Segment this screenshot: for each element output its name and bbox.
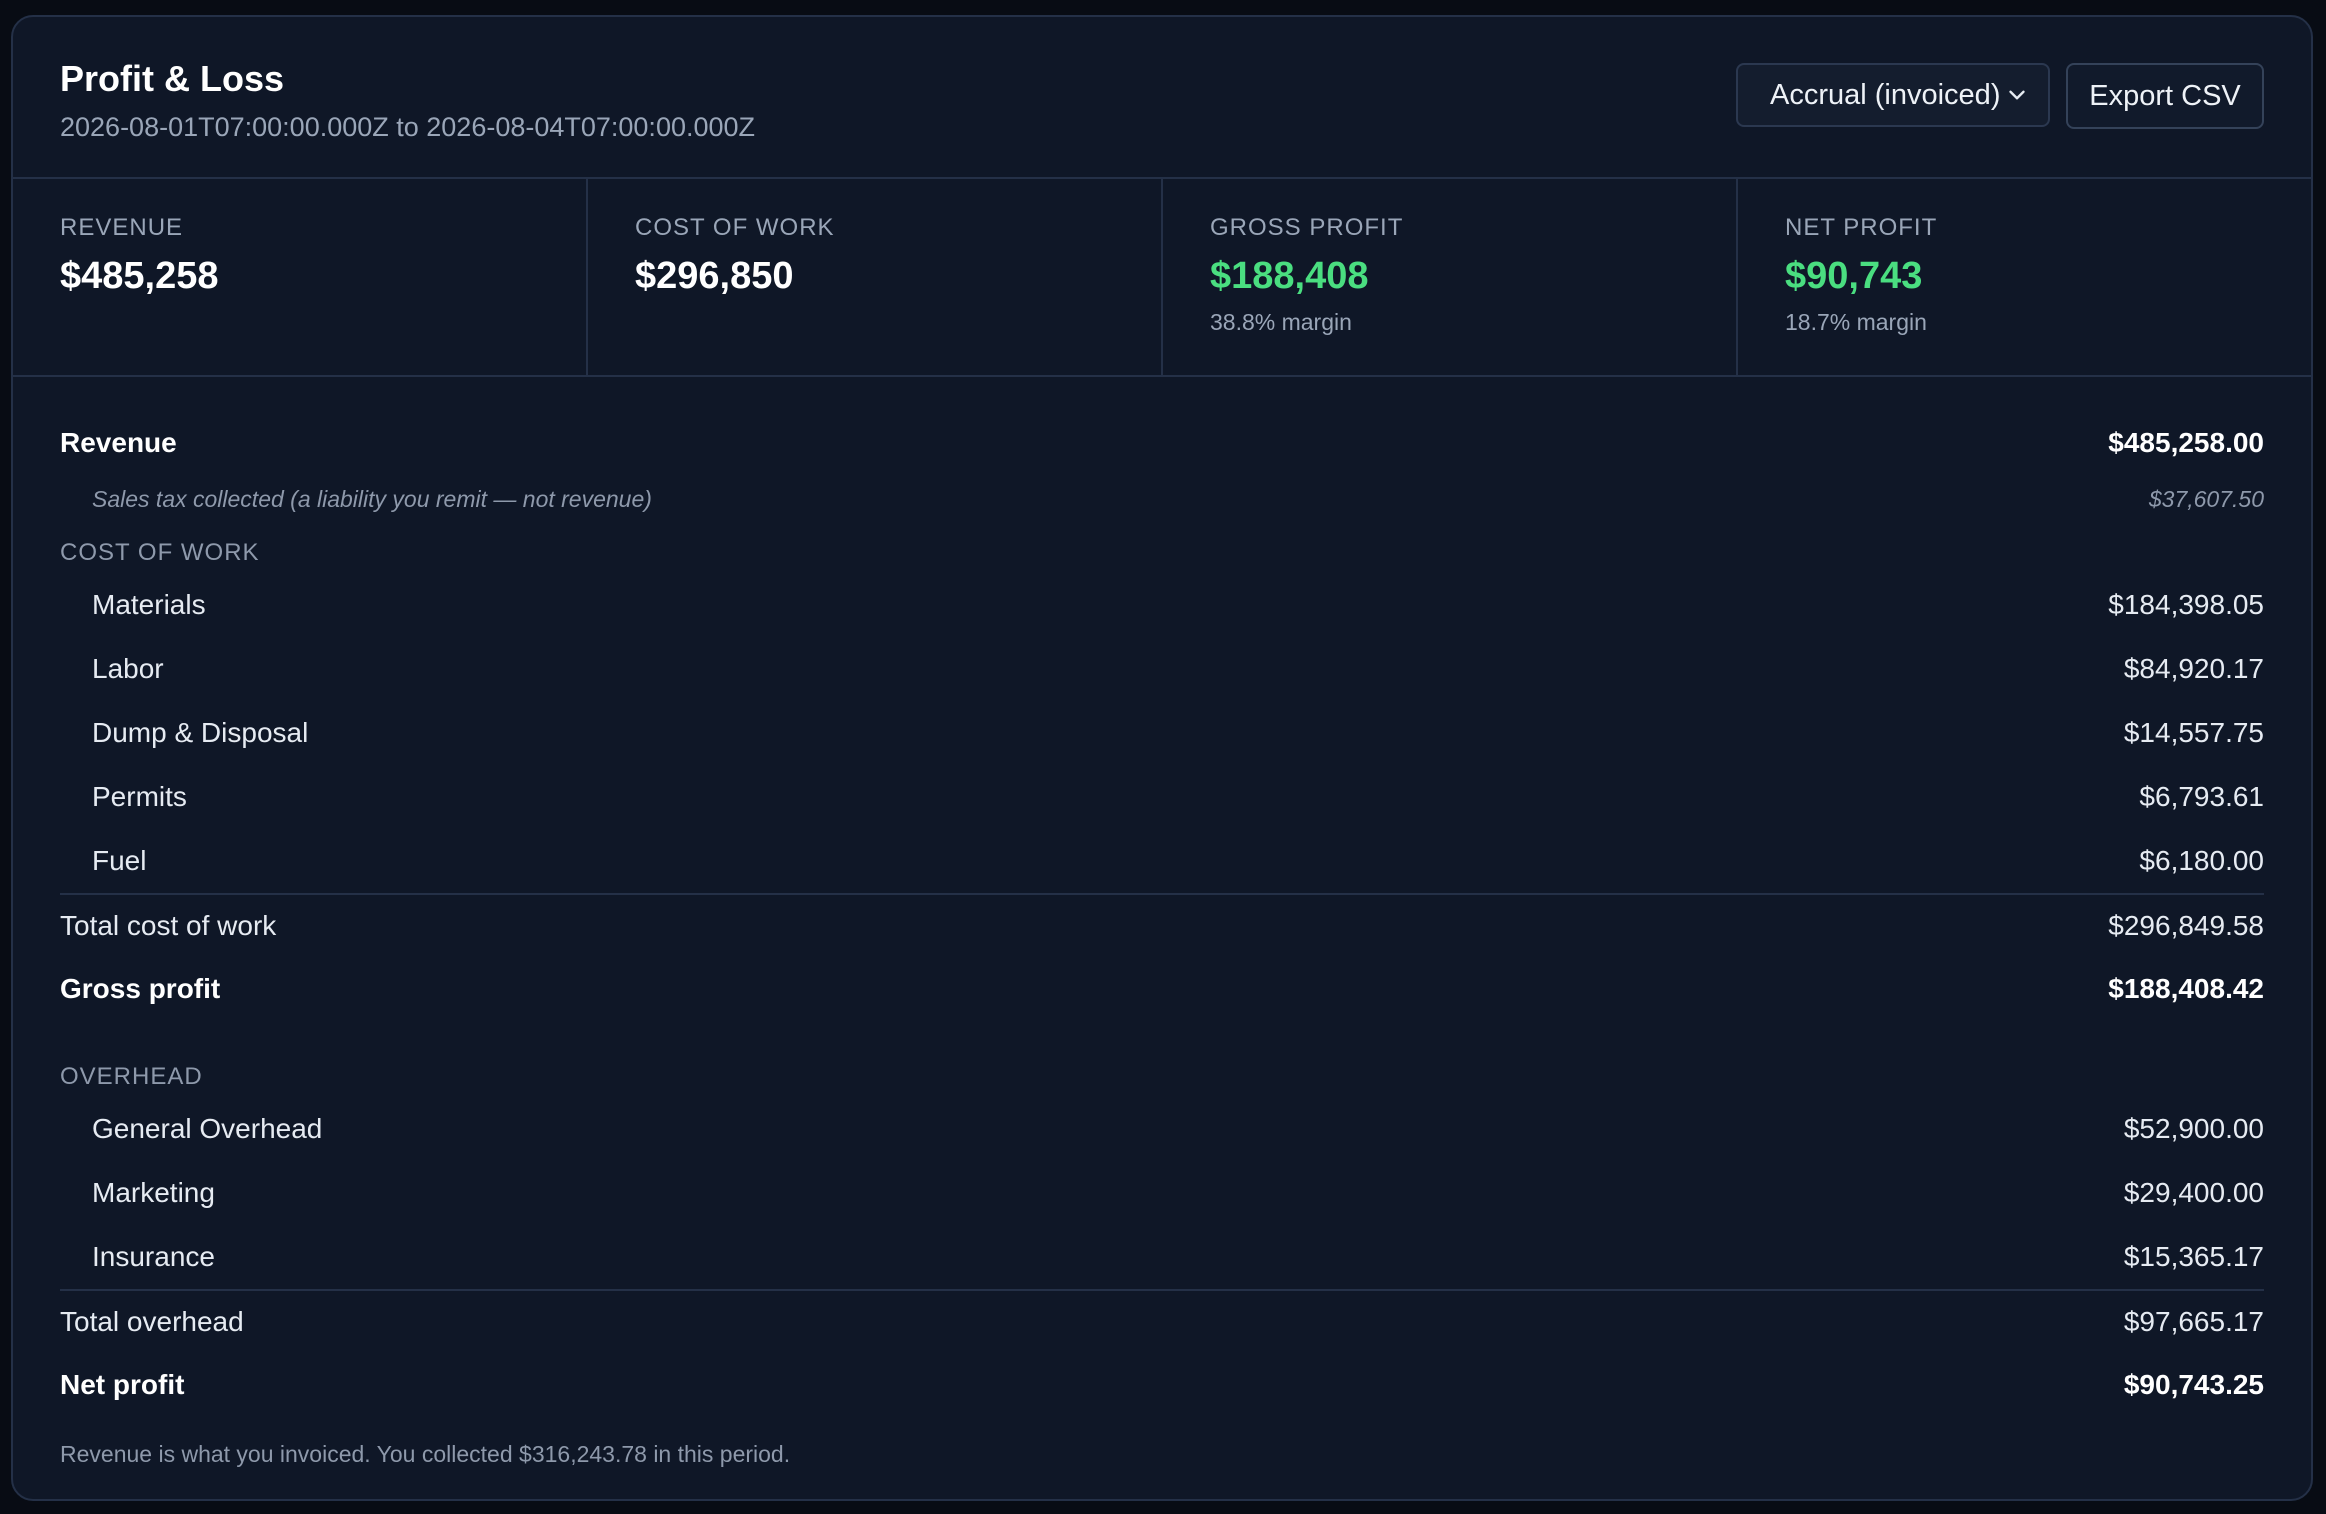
cost-item-row: Labor $84,920.17 xyxy=(60,637,2264,701)
row-label: Marketing xyxy=(92,1177,215,1208)
row-label: Permits xyxy=(92,781,187,812)
row-label: Sales tax collected (a liability you rem… xyxy=(92,485,652,512)
revenue-row: Revenue $485,258.00 xyxy=(60,411,2264,475)
kpi-label: GROSS PROFIT xyxy=(1210,214,1404,241)
row-amount: $52,900.00 xyxy=(2123,1113,2264,1144)
overhead-item-row: General Overhead $52,900.00 xyxy=(60,1097,2264,1161)
row-amount: $184,398.05 xyxy=(2108,589,2264,620)
row-amount: $14,557.75 xyxy=(2123,717,2264,748)
header-controls: Accrual (invoiced) Export CSV xyxy=(1736,63,2264,129)
row-label: Insurance xyxy=(92,1241,215,1272)
row-label: General Overhead xyxy=(92,1113,323,1144)
row-label: Fuel xyxy=(92,845,147,876)
kpi-value: $485,258 xyxy=(60,255,219,297)
kpi-revenue: REVENUE $485,258 xyxy=(13,179,588,375)
row-amount: $188,408.42 xyxy=(2108,973,2264,1004)
cost-item-row: Dump & Disposal $14,557.75 xyxy=(60,701,2264,765)
row-amount: $97,665.17 xyxy=(2123,1306,2264,1337)
statement-body: Revenue $485,258.00 Sales tax collected … xyxy=(13,377,2311,1468)
overhead-item-row: Marketing $29,400.00 xyxy=(60,1161,2264,1225)
row-label: Net profit xyxy=(60,1369,185,1400)
cost-item-row: Fuel $6,180.00 xyxy=(60,829,2264,893)
chevron-down-icon xyxy=(2009,90,2025,100)
kpi-label: NET PROFIT xyxy=(1785,214,1938,241)
row-amount: $37,607.50 xyxy=(2148,485,2264,512)
accounting-basis-select[interactable]: Accrual (invoiced) xyxy=(1736,63,2050,127)
sales-tax-row: Sales tax collected (a liability you rem… xyxy=(60,475,2264,523)
kpi-label: REVENUE xyxy=(60,214,184,241)
row-amount: $6,793.61 xyxy=(2139,781,2264,812)
kpi-strip: REVENUE $485,258 COST OF WORK $296,850 G… xyxy=(13,179,2311,377)
cost-item-row: Permits $6,793.61 xyxy=(60,765,2264,829)
report-header: Profit & Loss 2026-08-01T07:00:00.000Z t… xyxy=(13,17,2311,179)
kpi-net-profit: NET PROFIT $90,743 18.7% margin xyxy=(1738,179,2311,375)
row-amount: $90,743.25 xyxy=(2123,1369,2264,1400)
row-label: Gross profit xyxy=(60,973,221,1004)
row-label: Dump & Disposal xyxy=(92,717,309,748)
row-amount: $84,920.17 xyxy=(2123,653,2264,684)
export-csv-button[interactable]: Export CSV xyxy=(2066,63,2264,129)
row-amount: $15,365.17 xyxy=(2123,1241,2264,1272)
row-amount: $296,849.58 xyxy=(2108,910,2264,941)
kpi-value: $188,408 xyxy=(1210,255,1369,297)
row-label: Total overhead xyxy=(60,1306,244,1337)
cost-of-work-heading: COST OF WORK xyxy=(60,539,260,566)
kpi-margin: 38.8% margin xyxy=(1210,309,1352,335)
total-overhead-row: Total overhead $97,665.17 xyxy=(60,1289,2264,1353)
row-label: Revenue xyxy=(60,427,177,458)
row-amount: $485,258.00 xyxy=(2108,427,2264,458)
kpi-value: $296,850 xyxy=(635,255,794,297)
footnote: Revenue is what you invoiced. You collec… xyxy=(60,1441,791,1467)
kpi-gross-profit: GROSS PROFIT $188,408 38.8% margin xyxy=(1163,179,1738,375)
row-amount: $29,400.00 xyxy=(2123,1177,2264,1208)
row-label: Materials xyxy=(92,589,206,620)
total-cost-row: Total cost of work $296,849.58 xyxy=(60,893,2264,957)
kpi-margin: 18.7% margin xyxy=(1785,309,1927,335)
gross-profit-row: Gross profit $188,408.42 xyxy=(60,957,2264,1021)
net-profit-row: Net profit $90,743.25 xyxy=(60,1353,2264,1417)
profit-loss-card: Profit & Loss 2026-08-01T07:00:00.000Z t… xyxy=(11,15,2313,1501)
kpi-value: $90,743 xyxy=(1785,255,1923,297)
basis-select-value: Accrual (invoiced) xyxy=(1770,78,2001,111)
overhead-item-row: Insurance $15,365.17 xyxy=(60,1225,2264,1289)
kpi-cost-of-work: COST OF WORK $296,850 xyxy=(588,179,1163,375)
overhead-heading: OVERHEAD xyxy=(60,1063,203,1090)
row-label: Labor xyxy=(92,653,164,684)
row-amount: $6,180.00 xyxy=(2139,845,2264,876)
row-label: Total cost of work xyxy=(60,910,277,941)
cost-item-row: Materials $184,398.05 xyxy=(60,573,2264,637)
kpi-label: COST OF WORK xyxy=(635,214,835,241)
